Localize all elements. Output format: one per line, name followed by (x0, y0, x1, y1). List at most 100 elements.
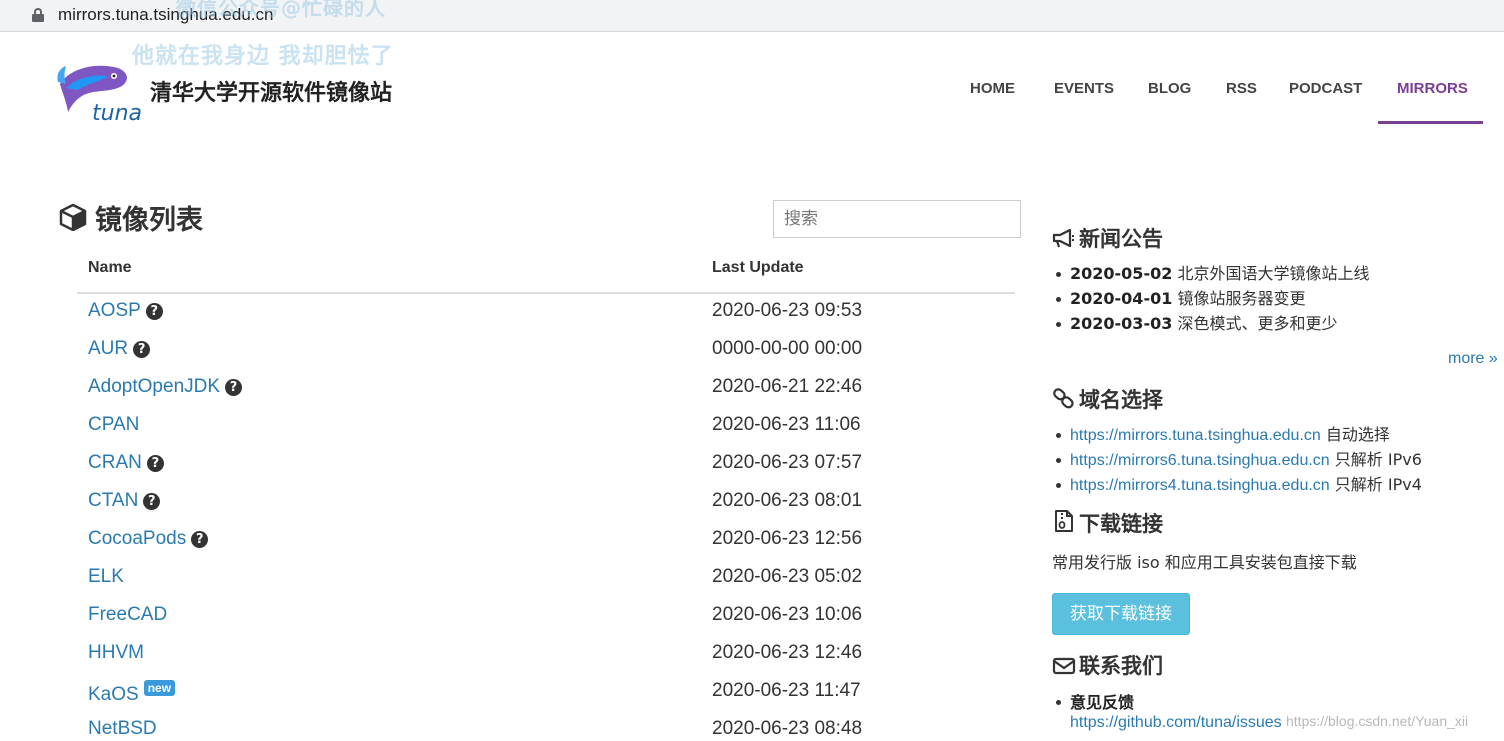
last-update-time: 2020-06-23 11:47 (712, 680, 861, 701)
nav-podcast[interactable]: PODCAST (1289, 80, 1362, 97)
feedback-title: 意见反馈 (1070, 693, 1135, 712)
news-text[interactable]: 北京外国语大学镜像站上线 (1177, 264, 1369, 283)
nav-events[interactable]: EVENTS (1054, 80, 1114, 97)
news-date: 2020-05-02 (1070, 264, 1173, 283)
help-icon[interactable]: ? (146, 455, 164, 472)
envelope-icon (1052, 657, 1076, 675)
mirror-name[interactable]: NetBSD (88, 718, 157, 739)
table-row: AdoptOpenJDK? 2020-06-21 22:46 (0, 370, 1030, 408)
news-item[interactable]: 2020-05-02 北京外国语大学镜像站上线 (1056, 261, 1369, 286)
mirror-name[interactable]: CPAN (88, 414, 139, 435)
mirror-name[interactable]: CTAN (88, 490, 138, 511)
site-title[interactable]: 清华大学开源软件镜像站 (150, 75, 392, 107)
tuna-logo[interactable]: tuna (56, 60, 142, 124)
mirror-name-link[interactable]: AdoptOpenJDK? (88, 376, 243, 398)
table-row: ELK 2020-06-23 05:02 (0, 560, 1030, 598)
download-description: 常用发行版 iso 和应用工具安装包直接下载 (1052, 553, 1357, 572)
mirror-name[interactable]: FreeCAD (88, 604, 167, 625)
domain-list: https://mirrors.tuna.tsinghua.edu.cn 自动选… (1056, 422, 1422, 497)
table-row: KaOS new 2020-06-23 11:47 (0, 674, 1030, 712)
mirror-name-link[interactable]: CPAN (88, 414, 139, 436)
nav-home[interactable]: HOME (970, 80, 1015, 97)
csdn-watermark: https://blog.csdn.net/Yuan_xii (1286, 713, 1469, 729)
mirror-name[interactable]: AdoptOpenJDK (88, 376, 220, 397)
watermark-line-1: 微信公众号@忙碌的人 (176, 0, 386, 20)
domain-item: https://mirrors.tuna.tsinghua.edu.cn 自动选… (1056, 422, 1422, 447)
mirror-name[interactable]: CRAN (88, 452, 142, 473)
mirror-name-link[interactable]: ELK (88, 566, 124, 588)
last-update-time: 2020-06-23 10:06 (712, 604, 863, 625)
domain-item: https://mirrors4.tuna.tsinghua.edu.cn 只解… (1056, 472, 1422, 497)
domain-note: 只解析 IPv6 (1334, 450, 1422, 469)
help-icon[interactable]: ? (133, 341, 151, 358)
domain-note: 只解析 IPv4 (1334, 475, 1422, 494)
domain-item: https://mirrors6.tuna.tsinghua.edu.cn 只解… (1056, 447, 1422, 472)
mirror-name[interactable]: CocoaPods (88, 528, 186, 549)
contact-heading: 联系我们 (1052, 650, 1163, 680)
news-title: 新闻公告 (1079, 227, 1163, 251)
news-text[interactable]: 深色模式、更多和更少 (1177, 314, 1337, 333)
news-item[interactable]: 2020-04-01 镜像站服务器变更 (1056, 286, 1369, 311)
help-icon[interactable]: ? (143, 493, 161, 510)
nav-rss[interactable]: RSS (1226, 80, 1257, 97)
domain-link[interactable]: https://mirrors4.tuna.tsinghua.edu.cn (1070, 477, 1330, 494)
help-icon[interactable]: ? (145, 303, 163, 320)
help-icon[interactable]: ? (191, 531, 209, 548)
domain-link[interactable]: https://mirrors.tuna.tsinghua.edu.cn (1070, 427, 1321, 444)
lock-icon[interactable] (32, 8, 44, 22)
list-bullet (1056, 700, 1061, 705)
news-text[interactable]: 镜像站服务器变更 (1177, 289, 1305, 308)
table-row: CRAN? 2020-06-23 07:57 (0, 446, 1030, 484)
news-more-link[interactable]: more » (1448, 350, 1498, 368)
mirror-name-link[interactable]: AUR? (88, 338, 151, 360)
news-heading: 新闻公告 (1052, 223, 1163, 253)
mirror-name-link[interactable]: AOSP? (88, 300, 163, 322)
news-item[interactable]: 2020-03-03 深色模式、更多和更少 (1056, 311, 1369, 336)
last-update-time: 0000-00-00 00:00 (712, 338, 863, 359)
download-title: 下载链接 (1079, 512, 1163, 536)
mirror-name-link[interactable]: CTAN? (88, 490, 161, 512)
last-update-time: 2020-06-23 08:01 (712, 490, 863, 511)
download-heading: 下载链接 (1052, 508, 1163, 538)
mirror-name-link[interactable]: KaOS new (88, 680, 176, 706)
cube-icon (59, 203, 87, 231)
mirror-name[interactable]: AOSP (88, 300, 141, 321)
search-input[interactable] (773, 200, 1021, 238)
last-update-time: 2020-06-23 11:06 (712, 414, 861, 435)
new-badge: new (143, 680, 176, 696)
mirror-name[interactable]: KaOS (88, 684, 139, 705)
table-row: AUR? 0000-00-00 00:00 (0, 332, 1030, 370)
nav-blog[interactable]: BLOG (1148, 80, 1191, 97)
domain-note: 自动选择 (1325, 425, 1390, 444)
mirror-list-title: 镜像列表 (95, 205, 203, 236)
column-header-name[interactable]: Name (88, 259, 132, 277)
get-download-links-button[interactable]: 获取下载链接 (1052, 593, 1190, 635)
watermark-line-2: 他就在我身边 我却胆怯了 (132, 44, 394, 69)
mirror-name-link[interactable]: HHVM (88, 642, 144, 664)
mirror-name-link[interactable]: CRAN? (88, 452, 164, 474)
file-archive-icon (1055, 510, 1073, 532)
nav-active-underline (1378, 121, 1483, 124)
table-row: CTAN? 2020-06-23 08:01 (0, 484, 1030, 522)
help-icon[interactable]: ? (225, 379, 243, 396)
mirror-name-link[interactable]: FreeCAD (88, 604, 167, 626)
nav-mirrors[interactable]: MIRRORS (1397, 80, 1468, 97)
last-update-time: 2020-06-23 07:57 (712, 452, 863, 473)
table-row: FreeCAD 2020-06-23 10:06 (0, 598, 1030, 636)
mirror-name[interactable]: ELK (88, 566, 124, 587)
mirror-name[interactable]: AUR (88, 338, 128, 359)
column-header-last-update[interactable]: Last Update (712, 259, 804, 277)
link-icon (1053, 388, 1074, 409)
mirror-name[interactable]: HHVM (88, 642, 144, 663)
last-update-time: 2020-06-23 12:46 (712, 642, 863, 663)
feedback-link[interactable]: https://github.com/tuna/issues (1070, 714, 1282, 732)
mirror-name-link[interactable]: NetBSD (88, 718, 157, 740)
mirror-name-link[interactable]: CocoaPods? (88, 528, 209, 550)
table-row: CPAN 2020-06-23 11:06 (0, 408, 1030, 446)
last-update-time: 2020-06-23 08:48 (712, 718, 863, 739)
news-date: 2020-03-03 (1070, 314, 1173, 333)
last-update-time: 2020-06-23 05:02 (712, 566, 863, 587)
bullhorn-icon (1052, 228, 1074, 248)
contact-title: 联系我们 (1079, 654, 1163, 678)
domain-link[interactable]: https://mirrors6.tuna.tsinghua.edu.cn (1070, 452, 1330, 469)
